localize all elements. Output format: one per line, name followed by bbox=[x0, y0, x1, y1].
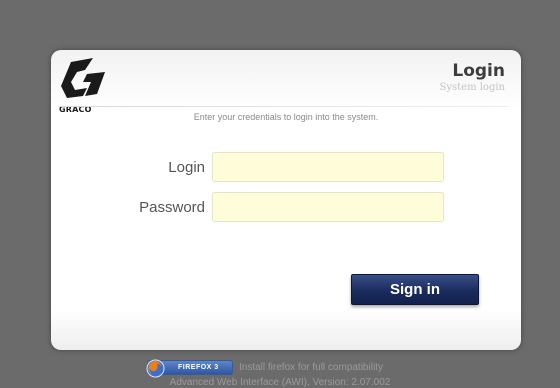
login-label: Login bbox=[168, 159, 205, 176]
password-label: Password bbox=[139, 199, 205, 216]
sign-in-button[interactable]: Sign in bbox=[351, 274, 479, 305]
firefox-badge-text: FIREFOX 3 bbox=[178, 363, 219, 371]
firefox-icon bbox=[146, 359, 165, 377]
firefox-notice: FIREFOX 3 Install firefox for full compa… bbox=[146, 359, 383, 377]
login-panel: GRACO Login System login Enter your cred… bbox=[51, 50, 521, 350]
page-subtitle: System login bbox=[439, 82, 506, 93]
password-field[interactable] bbox=[212, 192, 444, 222]
firefox-download-badge[interactable]: FIREFOX 3 bbox=[146, 359, 233, 377]
version-info: Advanced Web Interface (AWI), Version: 2… bbox=[169, 377, 391, 388]
login-field[interactable] bbox=[212, 152, 444, 182]
firefox-note: Install firefox for full compatibility bbox=[239, 361, 383, 373]
graco-logo-icon bbox=[61, 58, 105, 98]
credentials-hint: Enter your credentials to login into the… bbox=[193, 112, 379, 122]
page-title: Login bbox=[452, 61, 505, 81]
graco-logo: GRACO bbox=[59, 58, 109, 114]
header-divider bbox=[59, 106, 509, 107]
